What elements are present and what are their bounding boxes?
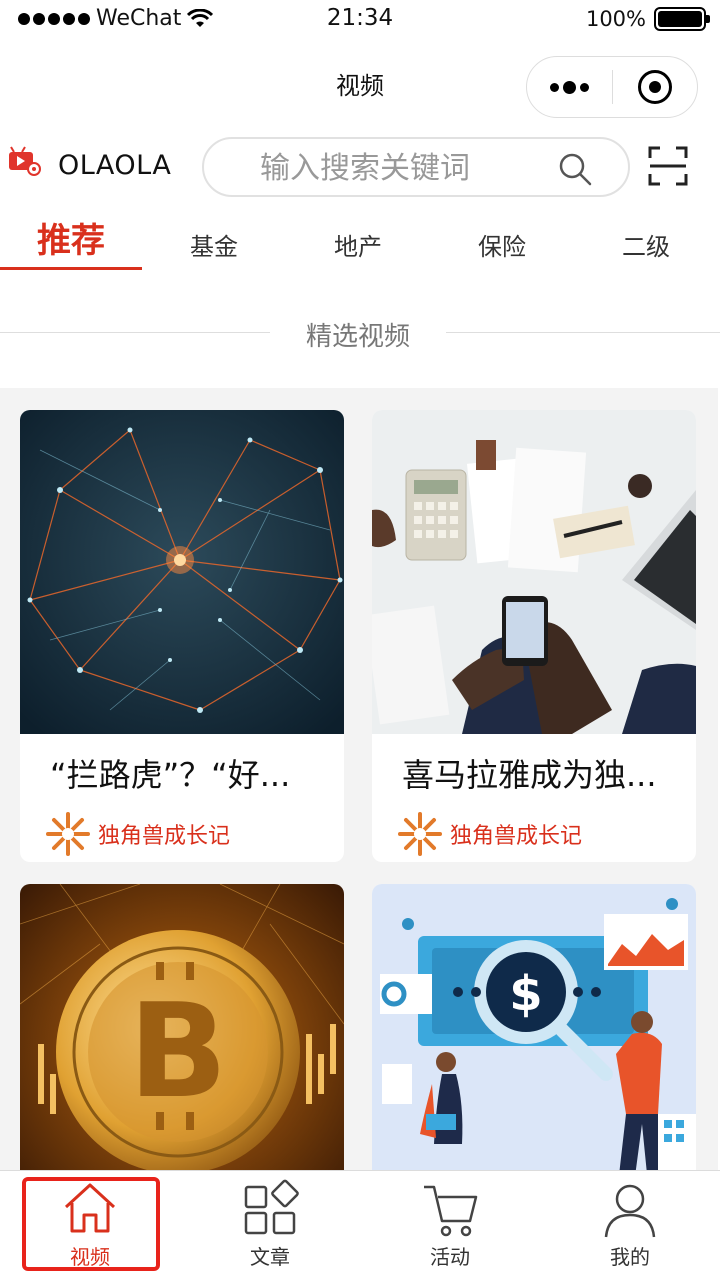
video-title: 喜马拉雅成为独... [402, 756, 657, 794]
cart-icon [424, 1185, 478, 1237]
author-avatar-icon [398, 812, 442, 856]
tab-insurance[interactable]: 保险 [432, 212, 572, 270]
video-thumbnail-business-desk [372, 410, 696, 734]
section-divider-right [446, 332, 720, 333]
video-author: 独角兽成长记 [396, 810, 582, 858]
author-name: 独角兽成长记 [450, 824, 583, 849]
category-tabs: 推荐 基金 地产 保险 二级 [0, 212, 720, 272]
battery-icon [654, 7, 710, 31]
search-bar[interactable] [202, 137, 630, 197]
video-card[interactable]: $ [372, 884, 696, 1170]
status-bar: WeChat 21:34 100% [0, 0, 720, 40]
tabbar-label: 我的 [610, 1245, 650, 1269]
bottom-tab-bar: 视频 文章 活动 我的 [0, 1170, 720, 1280]
video-card[interactable]: “拦路虎”？“好... 独角兽成长记 [20, 410, 344, 862]
video-title: “拦路虎”？“好... [50, 756, 291, 794]
tab-secondary[interactable]: 二级 [576, 212, 716, 270]
mini-program-capsule [526, 56, 698, 118]
selection-highlight [22, 1177, 160, 1271]
author-avatar-icon [46, 812, 90, 856]
tab-fund[interactable]: 基金 [144, 212, 284, 270]
scan-icon[interactable] [648, 146, 688, 186]
target-icon [637, 70, 672, 104]
section-header: 精选视频 [0, 310, 720, 354]
video-thumbnail-network [20, 410, 344, 734]
tabbar-label: 文章 [250, 1245, 290, 1269]
more-icon[interactable] [527, 80, 612, 94]
video-thumbnail-bitcoin: B [20, 884, 344, 1170]
user-icon [604, 1184, 656, 1238]
brand-name: OLAOLA [58, 150, 172, 181]
grid-icon [244, 1179, 299, 1235]
video-card[interactable]: B [20, 884, 344, 1170]
tab-recommend[interactable]: 推荐 [0, 212, 142, 270]
svg-text:B: B [128, 975, 227, 1127]
tabbar-item-activities[interactable]: 活动 [360, 1171, 540, 1280]
search-input[interactable] [260, 149, 560, 187]
svg-text:$: $ [509, 966, 542, 1022]
tabbar-item-profile[interactable]: 我的 [540, 1171, 720, 1280]
active-tab-indicator [0, 267, 142, 270]
tabbar-label: 活动 [430, 1245, 470, 1269]
video-card[interactable]: 喜马拉雅成为独... 独角兽成长记 [372, 410, 696, 862]
video-thumbnail-finance-illustration: $ [372, 884, 696, 1170]
tab-real-estate[interactable]: 地产 [288, 212, 428, 270]
battery-percent: 100% [585, 7, 646, 31]
video-author: 独角兽成长记 [44, 810, 230, 858]
section-title: 精选视频 [305, 322, 410, 352]
brand-logo-icon [9, 146, 41, 176]
close-mini-program-button[interactable] [613, 70, 698, 104]
author-name: 独角兽成长记 [98, 824, 231, 849]
video-grid: “拦路虎”？“好... 独角兽成长记 喜马拉雅成为独... 独角兽成长记 B $ [0, 388, 718, 1170]
status-battery-group: 100% [585, 7, 710, 31]
tabbar-item-articles[interactable]: 文章 [180, 1171, 360, 1280]
search-icon[interactable] [558, 152, 592, 186]
